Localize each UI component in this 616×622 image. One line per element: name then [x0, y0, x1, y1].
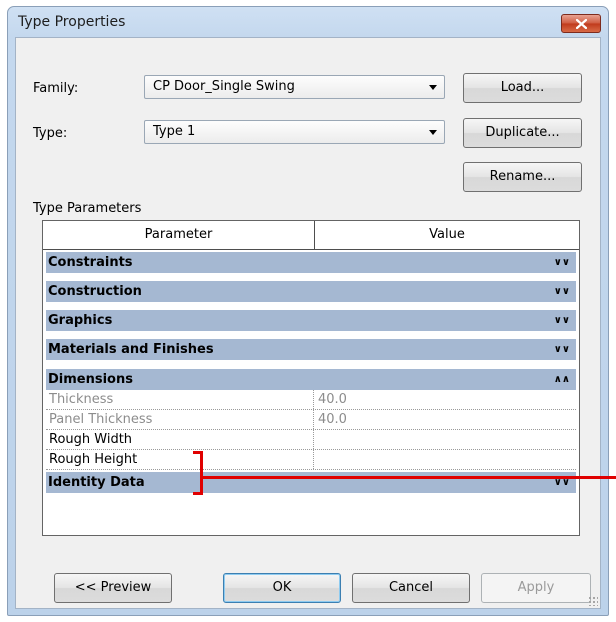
group-row-graphics[interactable]: Graphics ∨∨ [46, 309, 576, 331]
group-row-constraints[interactable]: Constraints ∨∨ [46, 251, 576, 273]
window-title: Type Properties [18, 14, 126, 30]
parameter-row-rough-width[interactable]: Rough Width [46, 430, 576, 450]
parameter-name: Rough Height [46, 450, 314, 469]
group-row-construction[interactable]: Construction ∨∨ [46, 280, 576, 302]
close-button[interactable] [561, 14, 601, 33]
parameter-value: 40.0 [318, 392, 347, 407]
group-row-materials-and-finishes[interactable]: Materials and Finishes ∨∨ [46, 338, 576, 360]
chevron-down-icon [429, 130, 437, 135]
parameter-name: Rough Width [46, 430, 314, 449]
annotation-bracket [193, 451, 203, 495]
family-value: CP Door_Single Swing [153, 79, 295, 94]
resize-grip[interactable] [588, 596, 598, 606]
chevron-down-icon [429, 85, 437, 90]
ok-button[interactable]: OK [223, 573, 341, 603]
parameter-value-field[interactable] [315, 450, 579, 469]
cancel-button[interactable]: Cancel [352, 573, 470, 603]
column-header-parameter[interactable]: Parameter [43, 221, 315, 249]
group-row-identity-data[interactable]: Identity Data ∨∨ [46, 471, 576, 493]
parameter-name: Panel Thickness [46, 410, 314, 429]
type-value: Type 1 [153, 124, 196, 139]
column-header-value[interactable]: Value [315, 221, 579, 249]
apply-button: Apply [481, 573, 591, 603]
double-chevron-down-icon: ∨∨ [553, 286, 570, 297]
parameter-name: Thickness [46, 390, 314, 409]
group-row-dimensions[interactable]: Dimensions ∧∧ [46, 368, 576, 390]
parameter-value-field[interactable] [315, 430, 579, 449]
duplicate-button[interactable]: Duplicate... [463, 118, 582, 148]
group-label: Dimensions [48, 372, 133, 387]
group-label: Materials and Finishes [48, 342, 214, 357]
parameter-value: 40.0 [318, 412, 347, 427]
group-label: Graphics [48, 313, 113, 328]
type-parameters-table: Parameter Value Constraints ∨∨ Construct… [42, 220, 580, 536]
type-parameters-heading: Type Parameters [33, 201, 142, 216]
double-chevron-up-icon: ∧∧ [553, 374, 570, 385]
parameter-row-panel-thickness: Panel Thickness 40.0 [46, 410, 576, 430]
rename-button[interactable]: Rename... [463, 162, 582, 192]
group-label: Identity Data [48, 475, 145, 490]
parameter-row-thickness: Thickness 40.0 [46, 390, 576, 410]
annotation-pointer-line [203, 476, 616, 479]
family-dropdown[interactable]: CP Door_Single Swing [144, 75, 445, 99]
type-dropdown[interactable]: Type 1 [144, 120, 445, 144]
title-bar: Type Properties [8, 7, 608, 37]
group-label: Constraints [48, 255, 133, 270]
double-chevron-down-icon: ∨∨ [553, 257, 570, 268]
load-button[interactable]: Load... [463, 73, 582, 103]
group-label: Construction [48, 284, 142, 299]
parameter-row-rough-height[interactable]: Rough Height [46, 450, 576, 470]
close-icon [575, 18, 587, 29]
double-chevron-down-icon: ∨∨ [553, 344, 570, 355]
preview-button[interactable]: << Preview [54, 573, 172, 603]
double-chevron-down-icon: ∨∨ [553, 315, 570, 326]
type-label: Type: [33, 126, 68, 141]
family-label: Family: [33, 81, 79, 96]
table-header: Parameter Value [43, 221, 579, 250]
